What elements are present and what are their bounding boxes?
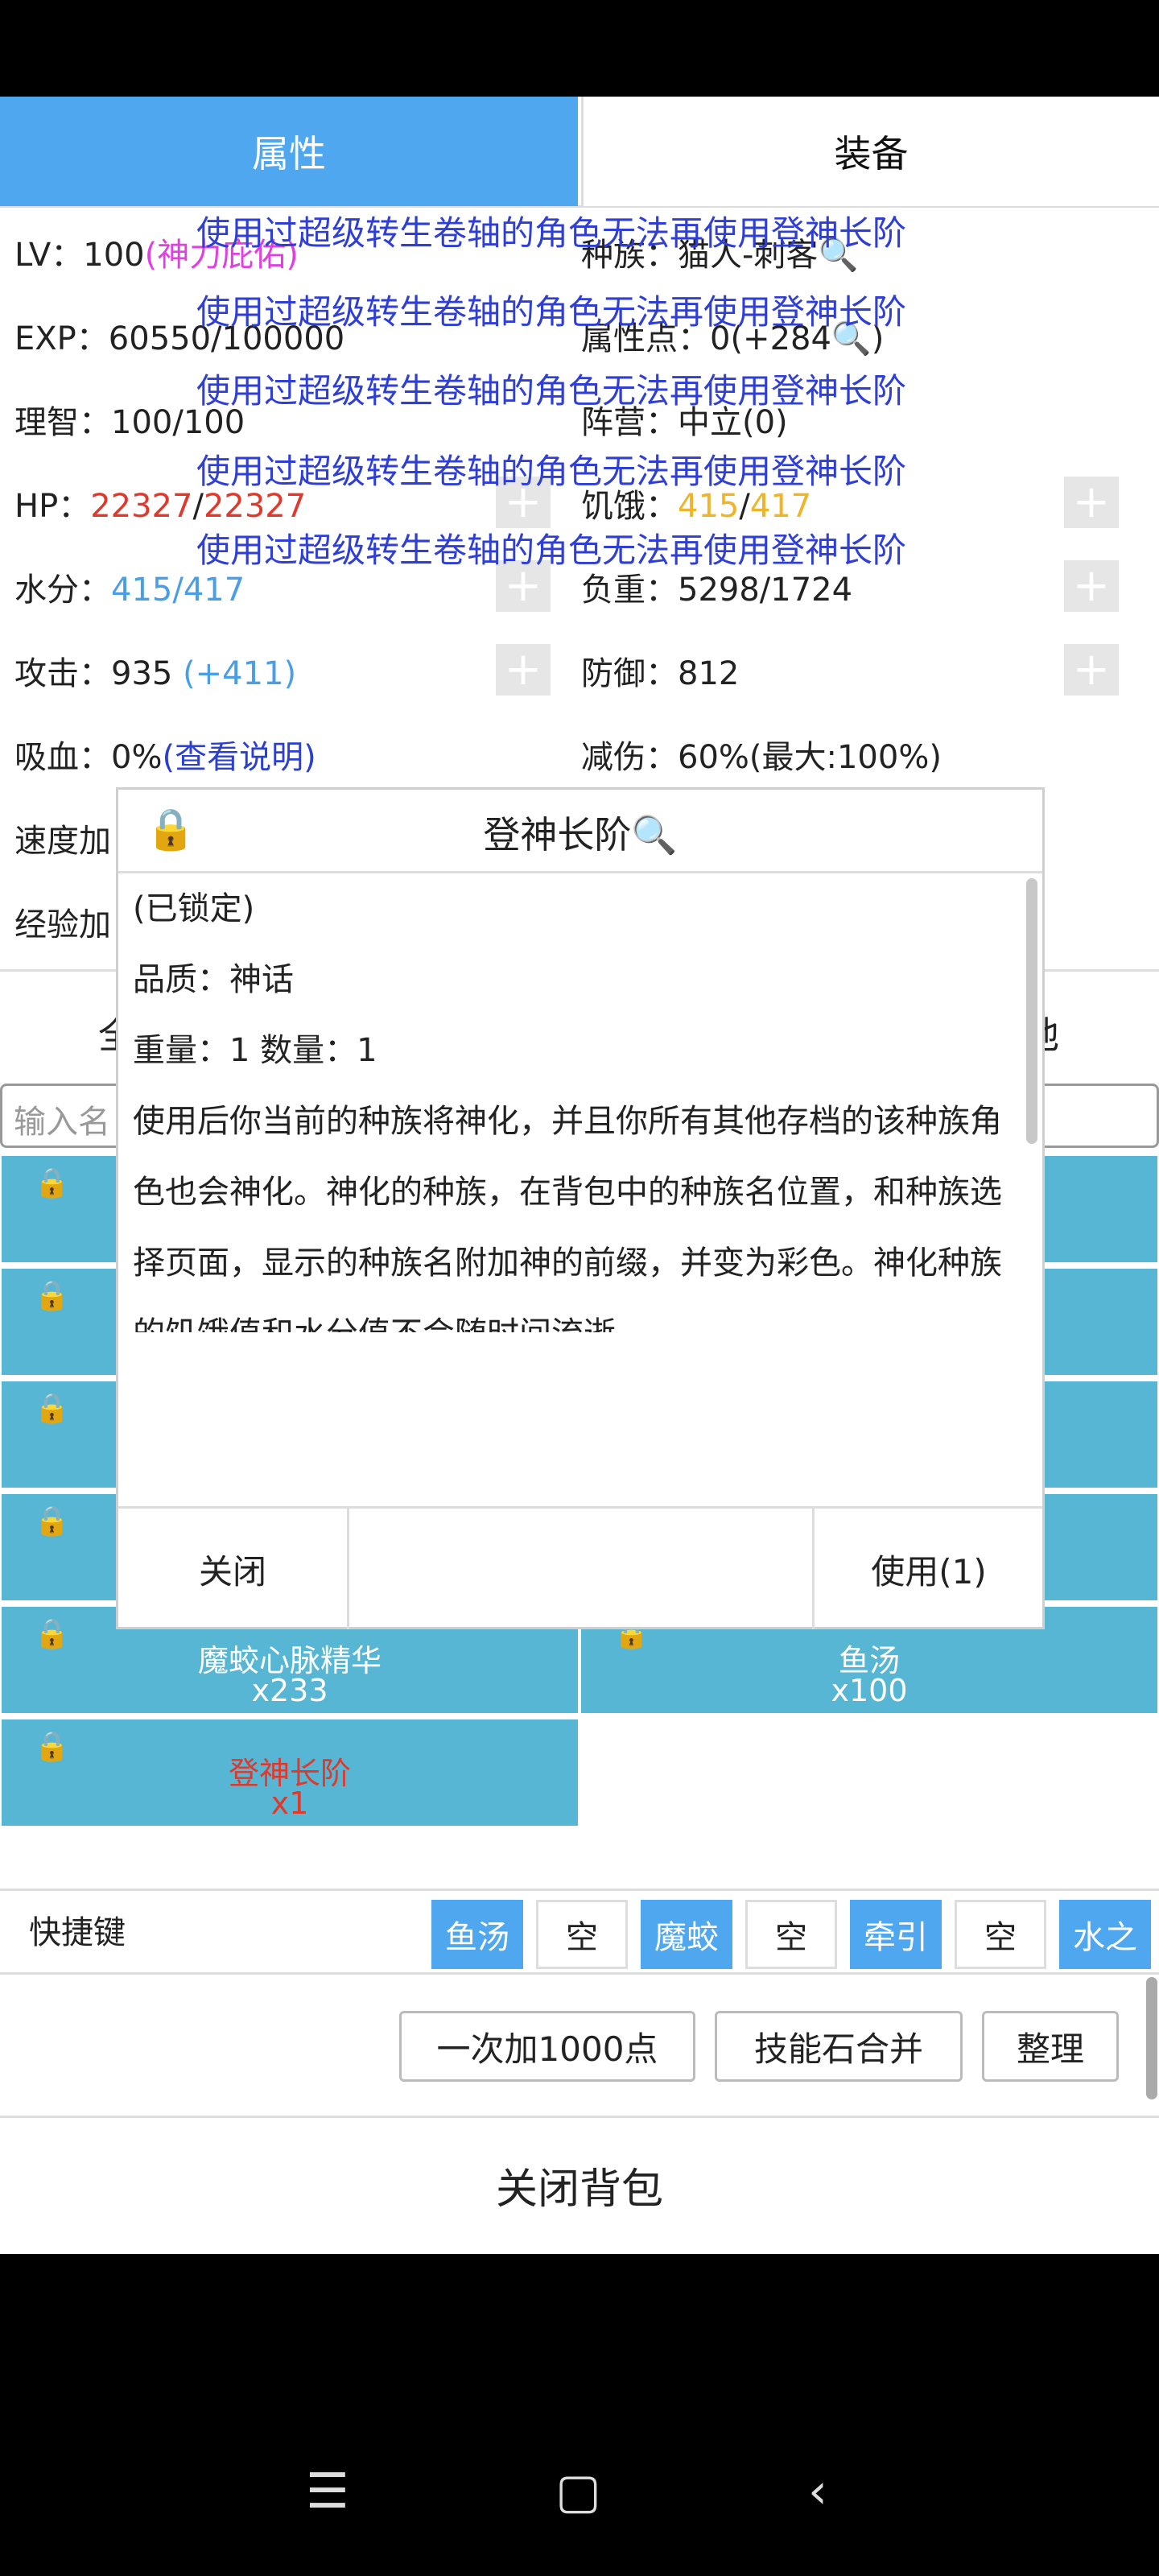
- defense-plus-button[interactable]: +: [1064, 644, 1119, 696]
- quickbar-slot[interactable]: 鱼汤: [431, 1900, 523, 1969]
- stat-defense-label: 防御：: [581, 655, 678, 692]
- dialog-header: 🔒 登神长阶🔍: [118, 790, 1042, 873]
- home-icon[interactable]: ▢: [555, 2463, 601, 2520]
- locked-status: (已锁定): [133, 890, 255, 927]
- stat-load-label: 负重：: [581, 572, 678, 609]
- lock-icon: 🔒: [34, 1392, 70, 1425]
- quickbar-slot[interactable]: 空: [955, 1900, 1046, 1969]
- stat-speed: 速度加: [14, 823, 111, 860]
- quickbar-slot[interactable]: 空: [745, 1900, 837, 1969]
- load-plus-button[interactable]: +: [1064, 560, 1119, 612]
- quickbar-divider: [0, 1972, 1159, 1975]
- hunger-plus-button[interactable]: +: [1064, 477, 1119, 528]
- warning-text: 使用过超级转生卷轴的角色无法再使用登神长阶: [196, 213, 907, 253]
- stat-attack: 攻击：935 (+411): [14, 647, 296, 694]
- menu-icon[interactable]: ☰: [306, 2463, 349, 2520]
- item-weight-qty: 重量：1 数量：1: [133, 1032, 377, 1069]
- page-scrollbar[interactable]: [1146, 1977, 1157, 2099]
- quickbar-slot[interactable]: 魔蛟: [641, 1900, 732, 1969]
- stat-defense: 防御：812: [581, 647, 739, 694]
- tab-equipment[interactable]: 装备: [581, 97, 1159, 206]
- skill-stone-merge-button[interactable]: 技能石合并: [715, 2011, 963, 2082]
- game-screen: 属性 装备 LV：100(神力庇佑) EXP：60550/100000 理智：1…: [0, 97, 1159, 2254]
- quickbar-label: 快捷键: [29, 1914, 126, 1951]
- dialog-use-button[interactable]: 使用(1): [815, 1509, 1042, 1629]
- stat-water-max: 417: [183, 572, 245, 609]
- item-description: 使用后你当前的种族将神化，并且你所有其他存档的该种族角色也会神化。神化的种族，在…: [133, 1103, 1002, 1332]
- quickbar-slot[interactable]: 空: [536, 1900, 628, 1969]
- stat-attack-bonus: (+411): [183, 655, 297, 692]
- dialog-scrollbar[interactable]: [1026, 878, 1037, 1144]
- footer-separator: [347, 1509, 349, 1629]
- warning-text: 使用过超级转生卷轴的角色无法再使用登神长阶: [196, 530, 907, 570]
- inventory-slot-ascension[interactable]: 🔒 登神长阶 x1: [2, 1719, 578, 1826]
- stat-water-sep: /: [172, 572, 184, 609]
- back-icon[interactable]: ‹: [808, 2463, 827, 2520]
- dialog-body: (已锁定) 品质：神话 重量：1 数量：1 使用后你当前的种族将神化，并且你所有…: [133, 873, 1010, 1332]
- warning-text: 使用过超级转生卷轴的角色无法再使用登神长阶: [196, 292, 907, 332]
- stat-attack-label: 攻击：: [14, 655, 111, 692]
- dialog-close-button[interactable]: 关闭: [118, 1509, 347, 1629]
- stat-damage-reduction: 减伤：60%(最大:100%): [581, 731, 942, 778]
- lock-icon: 🔒: [34, 1166, 70, 1199]
- stat-lifesteal-value: 0%: [111, 739, 163, 776]
- stat-defense-value: 812: [678, 655, 740, 692]
- stat-damage-reduction-value: 60%(最大:100%): [678, 739, 942, 776]
- stat-level-value: 100: [83, 237, 145, 274]
- quickbar-slot[interactable]: 水之: [1059, 1900, 1151, 1969]
- lock-icon: 🔒: [34, 1505, 70, 1538]
- lock-icon: 🔒: [34, 1279, 70, 1312]
- add-1000-points-button[interactable]: 一次加1000点: [399, 2011, 695, 2082]
- stat-exp-bonus: 经验加: [14, 906, 111, 943]
- dialog-footer: 关闭 使用(1): [118, 1506, 1042, 1629]
- tab-bar: 属性 装备: [0, 97, 1159, 208]
- stat-level-label: LV：: [14, 237, 84, 274]
- warning-text: 使用过超级转生卷轴的角色无法再使用登神长阶: [196, 371, 907, 411]
- stat-water-label: 水分：: [14, 572, 111, 609]
- attack-plus-button[interactable]: +: [496, 644, 551, 696]
- item-qty: x100: [831, 1673, 908, 1708]
- stat-hp-current: 22327: [90, 488, 193, 525]
- item-qty: x233: [251, 1673, 328, 1708]
- search-icon[interactable]: 🔍: [631, 813, 677, 857]
- quickbar-divider: [0, 1889, 1159, 1891]
- item-detail-dialog: 🔒 登神长阶🔍 (已锁定) 品质：神话 重量：1 数量：1 使用后你当前的种族将…: [116, 787, 1045, 1629]
- stat-water-current: 415: [111, 572, 173, 609]
- stat-attack-value: 935: [111, 655, 184, 692]
- lifesteal-help-link[interactable]: (查看说明): [162, 739, 316, 776]
- quickbar-slot[interactable]: 牵引: [850, 1900, 942, 1969]
- sort-button[interactable]: 整理: [982, 2011, 1119, 2082]
- stat-exp-label: EXP：: [14, 320, 109, 357]
- tab-attributes[interactable]: 属性: [0, 97, 578, 206]
- stat-load-value: 5298/1724: [678, 572, 853, 609]
- warning-text: 使用过超级转生卷轴的角色无法再使用登神长阶: [196, 452, 907, 491]
- stat-lifesteal-label: 吸血：: [14, 739, 111, 776]
- stat-lifesteal: 吸血：0%(查看说明): [14, 731, 316, 778]
- stat-sanity-label: 理智：: [14, 404, 111, 441]
- close-bag-button[interactable]: 关闭背包: [0, 2116, 1159, 2252]
- dialog-title-text: 登神长阶: [483, 813, 632, 857]
- item-quality: 品质：神话: [133, 961, 294, 998]
- stat-damage-reduction-label: 减伤：: [581, 739, 678, 776]
- stat-hp-label: HP：: [14, 488, 91, 525]
- footer-separator: [812, 1509, 815, 1629]
- item-qty: x1: [270, 1785, 309, 1821]
- dialog-title: 登神长阶🔍: [118, 806, 1042, 859]
